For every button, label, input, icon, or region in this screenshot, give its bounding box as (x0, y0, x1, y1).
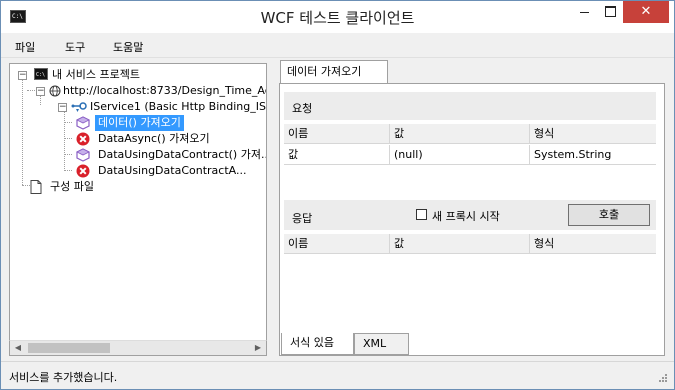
column-header-type: 형식 (529, 124, 656, 144)
scrollbar-thumb[interactable] (28, 343, 110, 353)
column-header-name: 이름 (288, 127, 309, 140)
tree-operation-node[interactable]: DataUsingDataContract() 가져... (76, 147, 266, 163)
scroll-left-arrow-icon[interactable]: ◀ (10, 341, 26, 355)
tab-get-data[interactable]: 데이터 가져오기 (280, 60, 388, 84)
tree-operation-label: DataUsingDataContract() 가져... (98, 148, 267, 161)
operation-icon (76, 148, 90, 162)
contract-interface-icon (71, 100, 87, 114)
invoke-button[interactable]: 호출 (568, 204, 650, 226)
table-row[interactable]: 값 (null) System.String (284, 145, 656, 165)
operation-panel: 요청 이름 값 형식 값 (null) System.String 응답 새 프… (279, 83, 665, 356)
menu-help[interactable]: 도움말 (113, 39, 143, 55)
column-header-type: 형식 (529, 234, 656, 254)
tab-xml[interactable]: XML (354, 333, 409, 355)
request-grid-header: 이름 값 형식 (284, 124, 656, 144)
status-text: 서비스를 추가했습니다. (9, 371, 118, 384)
menu-bar: 파일 도구 도움말 (1, 34, 674, 58)
tree-endpoint-node[interactable]: − http://localhost:8733/Design_Time_Ac..… (36, 83, 266, 99)
tree-guide-line (64, 138, 72, 139)
column-header-name: 이름 (288, 237, 309, 250)
tree-operation-label: DataAsync() 가져오기 (98, 132, 210, 145)
tree-guide-line (22, 79, 23, 185)
tree-guide-line (22, 185, 30, 186)
param-type-cell: System.String (529, 145, 656, 165)
menu-tools[interactable]: 도구 (65, 39, 85, 55)
tree-root-label: 내 서비스 프로젝트 (52, 68, 140, 81)
tab-formatted[interactable]: 서식 있음 (281, 333, 354, 355)
column-header-value: 값 (389, 234, 529, 254)
service-tree[interactable]: − C:\ 내 서비스 프로젝트 − http://localhost:8733… (9, 63, 267, 356)
tree-operation-node[interactable]: DataAsync() 가져오기 (76, 131, 266, 147)
response-grid-header: 이름 값 형식 (284, 234, 656, 254)
operation-icon (76, 116, 90, 130)
tree-guide-line (64, 111, 65, 169)
minimize-button[interactable] (571, 1, 597, 23)
request-label: 요청 (292, 102, 313, 115)
tree-operation-node[interactable]: DataUsingDataContractA... (76, 163, 266, 179)
tree-operation-label: 데이터() 가져오기 (95, 115, 184, 131)
tree-horizontal-scrollbar[interactable]: ◀ ▶ (9, 340, 267, 356)
maximize-button[interactable] (597, 1, 623, 23)
pane-splitter[interactable] (267, 63, 279, 356)
status-bar: 서비스를 추가했습니다. (1, 361, 674, 389)
tree-root-node[interactable]: − C:\ 내 서비스 프로젝트 (18, 67, 248, 83)
svg-text:C:\: C:\ (36, 72, 45, 78)
tree-guide-line (64, 170, 72, 171)
tree-guide-line (64, 122, 72, 123)
title-bar[interactable]: C:\ WCF 테스트 클라이언트 ✕ (1, 1, 674, 33)
tree-endpoint-label: http://localhost:8733/Design_Time_Ac... (63, 84, 267, 97)
resize-grip-icon[interactable] (656, 373, 668, 385)
new-proxy-checkbox[interactable] (416, 209, 427, 220)
param-value-cell[interactable]: (null) (389, 145, 529, 165)
tree-guide-line (64, 154, 72, 155)
tree-operation-node[interactable]: 데이터() 가져오기 (76, 115, 266, 131)
document-icon (30, 180, 44, 194)
tree-operation-label: DataUsingDataContractA... (98, 164, 247, 177)
tree-config-label: 구성 파일 (50, 180, 94, 193)
param-name-cell: 값 (288, 148, 299, 161)
menu-file[interactable]: 파일 (15, 39, 35, 55)
tree-guide-line (27, 90, 35, 91)
scroll-right-arrow-icon[interactable]: ▶ (250, 341, 266, 355)
response-section-header: 응답 새 프록시 시작 호출 (284, 200, 656, 230)
tree-service-label: IService1 (Basic Http Binding_IServ... (90, 100, 266, 113)
new-proxy-label: 새 프록시 시작 (432, 210, 500, 223)
request-section-header: 요청 (284, 92, 656, 120)
tree-service-node[interactable]: − IService1 (Basic Http Binding_IServ... (58, 99, 266, 115)
globe-icon (49, 85, 63, 99)
error-icon (76, 164, 90, 178)
error-icon (76, 132, 90, 146)
close-button[interactable]: ✕ (623, 1, 669, 23)
collapse-icon[interactable]: − (58, 103, 67, 112)
collapse-icon[interactable]: − (18, 71, 27, 80)
tree-config-node[interactable]: 구성 파일 (30, 179, 230, 195)
project-console-icon: C:\ (34, 68, 48, 82)
collapse-icon[interactable]: − (36, 87, 45, 96)
response-label: 응답 (292, 212, 313, 225)
column-header-value: 값 (389, 124, 529, 144)
app-window: C:\ WCF 테스트 클라이언트 ✕ 파일 도구 도움말 − C:\ 내 서비… (0, 0, 675, 390)
